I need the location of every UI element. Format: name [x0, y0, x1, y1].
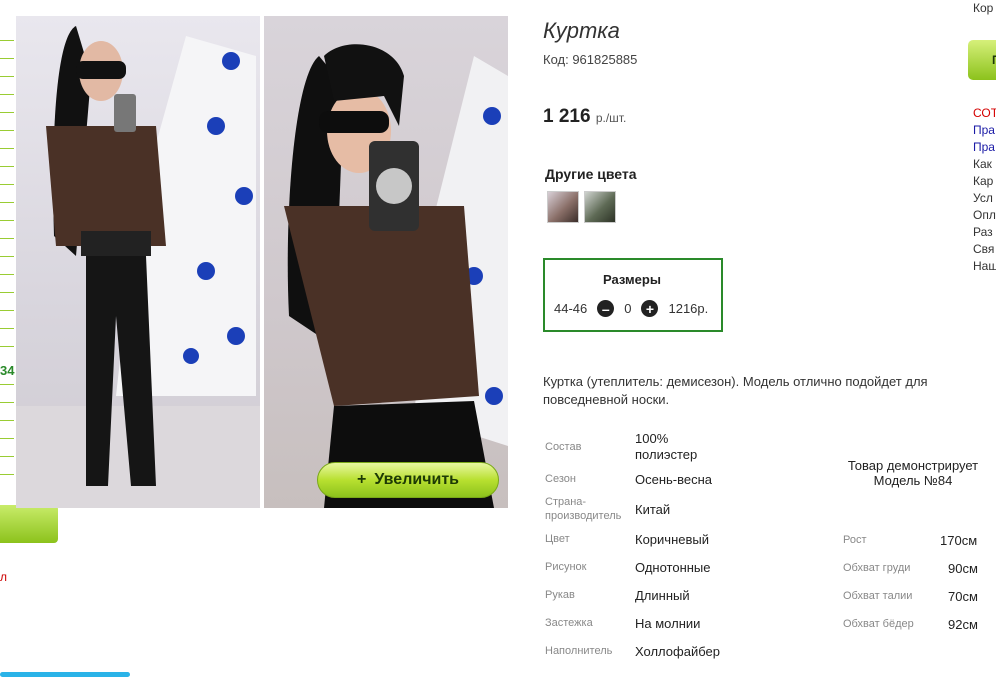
model-param-value: 92см [948, 617, 978, 632]
size-price: 1216р. [668, 301, 709, 316]
property-label: Рукав [545, 589, 575, 601]
property-value: Осень-весна [635, 472, 713, 487]
model-param-value: 70см [948, 589, 978, 604]
property-label: Страна-производитель [545, 496, 622, 522]
right-link[interactable]: СОТ [973, 106, 996, 120]
right-link[interactable]: Кар [973, 174, 993, 188]
right-link[interactable]: Пра [973, 123, 995, 137]
plus-icon: + [356, 471, 367, 488]
left-red-text-fragment: л [0, 570, 8, 584]
property-value: Китай [635, 502, 671, 517]
size-label: 44-46 [554, 301, 588, 316]
left-number-fragment: 34 [0, 363, 15, 378]
model-param-label: Рост [843, 534, 867, 546]
model-param-label: Обхват бёдер [843, 618, 914, 630]
property-label: Состав [545, 441, 582, 453]
property-label: Рисунок [545, 561, 587, 573]
property-label: Цвет [545, 533, 570, 545]
right-link[interactable]: Пра [973, 140, 995, 154]
model-param-value: 90см [948, 561, 978, 576]
product-code: Код: 961825885 [543, 52, 638, 67]
model-param-label: Обхват груди [843, 562, 911, 574]
product-description: Куртка (утеплитель: демисезон). Модель о… [543, 374, 928, 407]
property-value: Длинный [635, 588, 690, 603]
left-green-button-fragment[interactable] [0, 505, 58, 543]
property-value: Холлофайбер [635, 644, 720, 659]
price-unit: р./шт. [595, 111, 627, 125]
right-link[interactable]: Усл [973, 191, 993, 205]
right-link[interactable]: Как [973, 157, 992, 171]
price-value: 1 216 [543, 106, 591, 127]
right-link[interactable]: Раз [973, 225, 993, 239]
photo-left-frame [16, 16, 260, 508]
model-param-value: 170см [940, 533, 978, 548]
right-link[interactable]: Опл [973, 208, 996, 222]
property-label: Наполнитель [545, 645, 613, 657]
minus-icon[interactable]: – [597, 300, 615, 317]
size-quantity[interactable]: 0 [624, 301, 631, 316]
zoom-button-label: Увеличить [374, 471, 459, 488]
property-value: На молнии [635, 616, 701, 631]
color-swatch-2[interactable] [584, 191, 616, 223]
left-blue-bar-fragment[interactable] [0, 672, 130, 677]
property-value: 100% полиэстер [635, 431, 698, 462]
product-photo[interactable] [16, 16, 508, 508]
right-link[interactable]: Наш [973, 259, 996, 273]
model-param-label: Обхват талии [843, 590, 913, 602]
right-top-fragment[interactable]: Кор [973, 1, 993, 15]
product-title: Куртка [543, 18, 620, 43]
right-button-label: Пе [992, 53, 996, 67]
sizes-title: Размеры [603, 272, 661, 287]
model-note: Товар демонстрирует Модель №84 [847, 458, 979, 488]
sizes-panel [543, 258, 723, 332]
property-value: Однотонные [635, 560, 711, 575]
plus-circle-icon[interactable]: + [641, 300, 659, 317]
size-row: 44-46 – 0 + 1216р. [554, 300, 708, 317]
zoom-button[interactable]: + Увеличить [317, 462, 499, 498]
product-price: 1 216 р./шт. [543, 106, 626, 128]
property-value: Коричневый [635, 532, 709, 547]
right-green-button-fragment[interactable]: Пе [968, 40, 996, 80]
other-colors-label: Другие цвета [545, 166, 637, 182]
color-swatch-1[interactable] [547, 191, 579, 223]
property-label: Сезон [545, 473, 576, 485]
property-label: Застежка [545, 617, 593, 629]
right-link[interactable]: Свя [973, 242, 994, 256]
photo-right-frame [264, 16, 508, 508]
